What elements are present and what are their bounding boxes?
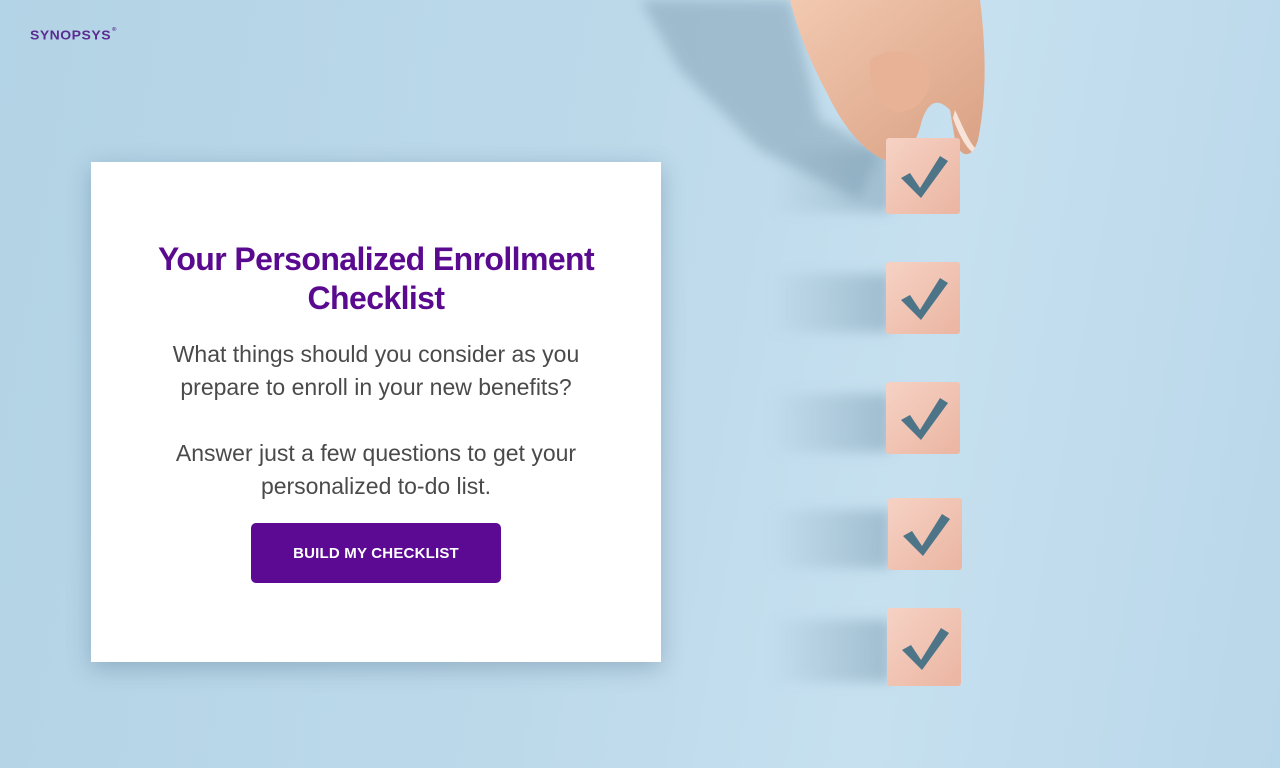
block-5 <box>887 608 961 686</box>
card-intro-text: What things should you consider as you p… <box>172 341 580 400</box>
block-3 <box>886 382 960 454</box>
logo-registered-mark: ® <box>112 27 117 34</box>
block-2 <box>886 262 960 334</box>
logo-text: SYNOPSYS <box>30 27 112 43</box>
build-my-checklist-button[interactable]: BUILD MY CHECKLIST <box>251 523 501 583</box>
block-1 <box>886 138 960 214</box>
checkmark-blocks <box>886 138 962 686</box>
card-title: Your Personalized Enrollment Checklist <box>157 241 595 316</box>
card-instruction-text: Answer just a few questions to get your … <box>175 440 577 499</box>
block-shadows <box>770 150 890 682</box>
synopsys-logo[interactable]: SYNOPSYS® <box>30 27 117 42</box>
enrollment-checklist-card: Your Personalized Enrollment Checklist W… <box>91 162 661 662</box>
block-4 <box>888 498 962 570</box>
